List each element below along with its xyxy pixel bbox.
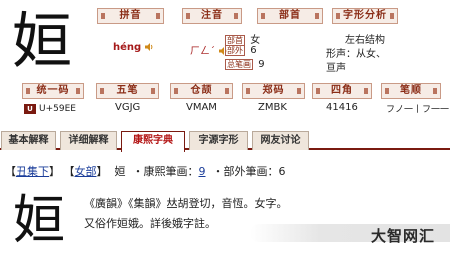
definition-line-1: 《廣韻》《集韻》𠀤胡登切，音恆。女字。 [84, 197, 288, 210]
buwai-value: 6 [250, 45, 257, 56]
analysis-line-2: 形声：从女、 [326, 49, 386, 60]
analysis-label: 字形分析 [332, 8, 398, 24]
sijiao-value: 41416 [326, 102, 358, 113]
zongbihua-value: 9 [258, 59, 265, 70]
tab-detail[interactable]: 详细解释 [60, 131, 117, 150]
analysis-line-1: 左右结构 [345, 35, 385, 46]
tab-ziyuan[interactable]: 字源字形 [189, 131, 248, 150]
zhengma-value: ZMBK [258, 102, 287, 113]
kangxi-info-line: 【丑集下】 【女部】 姮 ・康熙筆画：9 ・部外筆画：6 [5, 163, 286, 179]
tab-basic[interactable]: 基本解释 [1, 131, 56, 150]
bracket-close: 】 [96, 165, 108, 178]
zhengma-label: 郑码 [242, 83, 305, 99]
buwai-strokes-value: 6 [278, 165, 286, 178]
volume-link[interactable]: 丑集下 [16, 165, 49, 178]
unicode-label: 统一码 [22, 83, 84, 99]
pinyin-value-row: héng [113, 42, 154, 53]
tab-bar: 基本解释 详细解释 康熙字典 字源字形 网友讨论 [0, 130, 450, 152]
buwai-tag: 部外 [225, 45, 245, 56]
cangjie-value: VMAM [186, 102, 217, 113]
bushou-label: 部首 [257, 8, 323, 24]
main-character: 姮 [12, 7, 72, 77]
bushou-row: 部首 女 [225, 31, 260, 46]
pinyin-value: héng [113, 42, 142, 53]
pinyin-label: 拼音 [97, 8, 164, 24]
zongbihua-tag: 总笔画 [225, 59, 253, 70]
analysis-line-3: 亘声 [326, 63, 346, 74]
zhuyin-label: 注音 [182, 8, 242, 24]
buwai-row: 部外 6 [225, 45, 257, 56]
zhuyin-value: ㄏㄥˊ [190, 46, 215, 57]
tab-kangxi[interactable]: 康熙字典 [121, 131, 185, 152]
cangjie-label: 仓颉 [170, 83, 233, 99]
bracket-close: 】 [49, 165, 60, 178]
bracket-open: 【 [5, 165, 16, 178]
kx-strokes-link[interactable]: 9 [199, 165, 206, 178]
bishun-label: 笔顺 [381, 83, 441, 99]
bracket-open: 【 [63, 165, 75, 178]
buwai-strokes-label: ・部外筆画： [212, 165, 279, 178]
kangxi-inline-char: 姮 [114, 165, 126, 178]
unicode-badge-icon: U [24, 104, 36, 114]
sijiao-label: 四角 [312, 83, 372, 99]
unicode-value: U+59EE [39, 104, 76, 114]
tab-discussion[interactable]: 网友讨论 [252, 131, 309, 150]
wubi-value: VGJG [115, 102, 141, 113]
bishun-value: フノ一丨フ一一 [386, 105, 450, 115]
wubi-label: 五笔 [96, 83, 159, 99]
zhuyin-value-row: ㄏㄥˊ [190, 42, 228, 57]
watermark-logo: 大智网汇 [371, 227, 436, 245]
speaker-icon[interactable] [145, 43, 154, 51]
zongbihua-row: 总笔画 9 [225, 59, 265, 70]
radical-link[interactable]: 女部 [75, 165, 97, 178]
kx-strokes-label: ・康熙筆画： [132, 165, 199, 178]
kangxi-character: 姮 [12, 191, 65, 251]
